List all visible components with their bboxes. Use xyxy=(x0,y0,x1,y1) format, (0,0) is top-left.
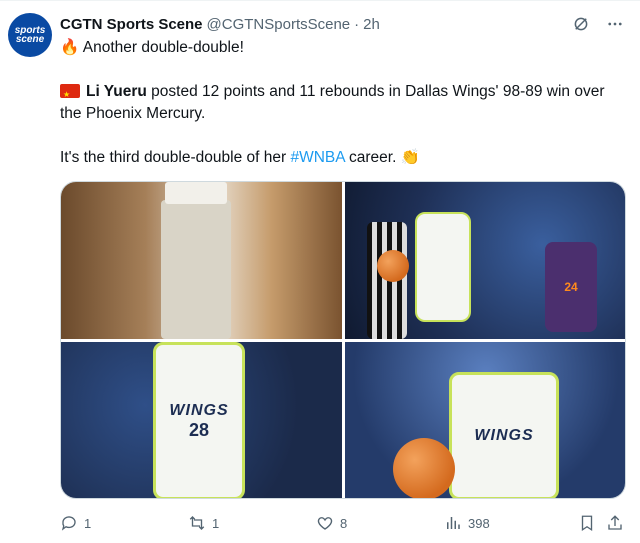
fire-emoji: 🔥 xyxy=(60,39,80,56)
photo-1-top xyxy=(165,182,227,204)
photo-2[interactable]: 24 xyxy=(345,182,625,339)
player-name: Li Yueru xyxy=(86,83,147,100)
china-flag-icon xyxy=(60,84,80,106)
avatar[interactable]: sports scene xyxy=(8,13,52,57)
bookmark-button[interactable] xyxy=(578,514,596,532)
tweet-header: CGTN Sports Scene @CGTNSportsScene · 2h xyxy=(60,13,624,35)
repost-icon xyxy=(189,516,205,530)
photo-3-jersey: WINGS 28 xyxy=(153,342,245,498)
opponent-number: 24 xyxy=(564,280,578,294)
post-intro: Another double-double! xyxy=(82,39,244,56)
repost-count: 1 xyxy=(212,515,220,531)
engagement-bar: 1 1 8 398 xyxy=(60,509,624,537)
photo-1-figure xyxy=(161,200,231,339)
more-icon[interactable] xyxy=(606,15,624,33)
like-count: 8 xyxy=(340,515,348,531)
account-handle[interactable]: @CGTNSportsScene xyxy=(207,16,351,33)
photo-1[interactable] xyxy=(61,182,342,339)
post-line-1: 🔥 Another double-double! xyxy=(60,37,624,59)
post-text-before: It's the third double-double of her xyxy=(60,149,291,166)
clap-emoji: 👏 xyxy=(400,149,421,166)
account-name[interactable]: CGTN Sports Scene xyxy=(60,16,203,33)
photo-4-ball xyxy=(393,438,455,498)
post-paragraph-3: It's the third double-double of her #WNB… xyxy=(60,147,624,169)
like-button[interactable]: 8 xyxy=(316,514,347,532)
reply-icon xyxy=(61,516,76,531)
share-button[interactable] xyxy=(606,514,624,532)
views-button[interactable]: 398 xyxy=(444,514,490,532)
view-count: 398 xyxy=(468,515,490,531)
reply-count: 1 xyxy=(84,515,92,531)
tweet[interactable]: sports scene CGTN Sports Scene @CGTNSpor… xyxy=(0,0,640,543)
heart-icon xyxy=(317,517,333,530)
jersey-number-3: 28 xyxy=(188,419,210,440)
post-paragraph-2: Li Yueru posted 12 points and 11 rebound… xyxy=(60,81,624,125)
photo-2-ball xyxy=(377,250,409,282)
separator: · xyxy=(354,15,360,33)
views-icon xyxy=(447,517,460,529)
media-grid: 24 WINGS 28 WINGS xyxy=(60,181,626,499)
timestamp[interactable]: 2h xyxy=(363,16,380,33)
hashtag-link[interactable]: #WNBA xyxy=(290,149,344,166)
photo-4-jersey: WINGS xyxy=(449,372,559,498)
reply-button[interactable]: 1 xyxy=(60,514,91,532)
jersey-brand-3: WINGS xyxy=(169,401,229,419)
photo-2-opponent: 24 xyxy=(545,242,597,332)
bookmark-icon xyxy=(581,515,593,532)
photo-4[interactable]: WINGS xyxy=(345,342,625,498)
jersey-brand-4: WINGS xyxy=(474,427,534,444)
post-text-after: career. xyxy=(344,149,401,166)
grok-icon[interactable] xyxy=(572,15,590,33)
repost-button[interactable]: 1 xyxy=(188,514,219,532)
photo-2-player xyxy=(415,212,471,322)
avatar-text-2: scene xyxy=(15,34,45,45)
share-icon xyxy=(608,515,622,530)
photo-3[interactable]: WINGS 28 xyxy=(61,342,342,498)
